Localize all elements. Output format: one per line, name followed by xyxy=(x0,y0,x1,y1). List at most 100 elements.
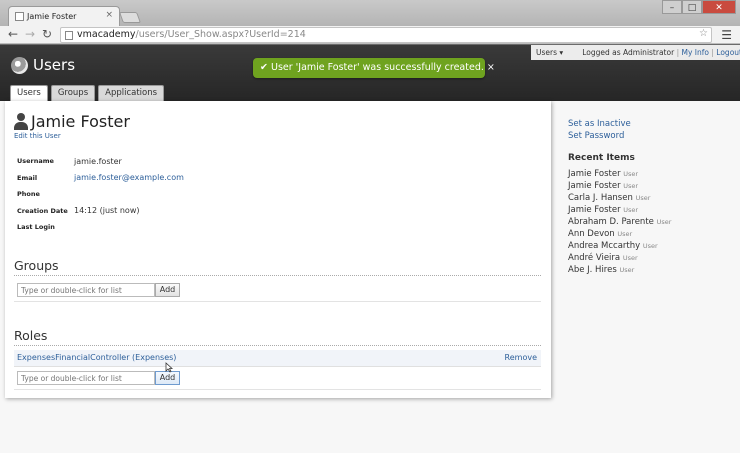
user-icon xyxy=(14,113,28,130)
add-role-button[interactable]: Add xyxy=(155,371,180,385)
roles-input[interactable] xyxy=(17,371,155,385)
back-arrow-icon[interactable]: ← xyxy=(8,27,18,41)
minimize-button[interactable]: – xyxy=(662,0,682,14)
groups-input[interactable] xyxy=(17,283,155,297)
recent-item-type: User xyxy=(642,242,658,250)
sidebar-actions: Set as Inactive Set Password xyxy=(568,119,631,143)
page-favicon-icon xyxy=(15,12,24,21)
logout-link[interactable]: Logout xyxy=(716,48,740,57)
groups-heading: Groups xyxy=(14,258,59,273)
recent-item-name: Carla J. Hansen xyxy=(568,193,633,203)
recent-item-type: User xyxy=(635,194,651,202)
tab-close-icon[interactable]: × xyxy=(105,10,113,20)
app-title: Users xyxy=(33,56,76,74)
app-header: Users Users ▾ Logged as Administrator | … xyxy=(0,45,740,101)
add-group-button[interactable]: Add xyxy=(155,283,180,297)
app-tabs: Users Groups Applications xyxy=(10,85,165,101)
check-icon: ✔ xyxy=(260,62,268,73)
recent-item-name: Ann Devon xyxy=(568,229,615,239)
new-tab-button[interactable] xyxy=(118,12,142,23)
recent-item[interactable]: Jamie Foster User xyxy=(568,169,671,181)
recent-item[interactable]: Jamie Foster User xyxy=(568,205,671,217)
roles-heading: Roles xyxy=(14,328,48,343)
maximize-button[interactable]: □ xyxy=(682,0,702,14)
recent-item-type: User xyxy=(623,182,639,190)
email-link[interactable]: jamie.foster@example.com xyxy=(74,173,184,182)
separator: | xyxy=(676,48,680,57)
recent-item-name: Abe J. Hires xyxy=(568,265,617,275)
url-host: vmacademy xyxy=(77,29,136,40)
my-info-link[interactable]: My Info xyxy=(681,48,709,57)
role-name-link[interactable]: ExpensesFinancialController (Expenses) xyxy=(17,353,176,362)
recent-items-heading: Recent Items xyxy=(568,153,635,163)
role-row: ExpensesFinancialController (Expenses) R… xyxy=(14,350,541,367)
notification-message: User 'Jamie Foster' was successfully cre… xyxy=(271,62,484,73)
recent-item-name: Abraham D. Parente xyxy=(568,217,654,227)
recent-item[interactable]: Ann Devon User xyxy=(568,229,671,241)
recent-item-name: Jamie Foster xyxy=(568,169,621,179)
detail-label: Phone xyxy=(17,190,40,199)
set-password-link[interactable]: Set Password xyxy=(568,131,631,143)
recent-item-type: User xyxy=(617,230,633,238)
recent-item[interactable]: Abe J. Hires User xyxy=(568,265,671,277)
detail-label: Email xyxy=(17,173,38,182)
user-bar: Users ▾ Logged as Administrator | My Inf… xyxy=(531,45,740,60)
recent-item-type: User xyxy=(622,254,638,262)
edit-user-link[interactable]: Edit this User xyxy=(14,132,61,140)
recent-item[interactable]: Carla J. Hansen User xyxy=(568,193,671,205)
recent-item-name: Jamie Foster xyxy=(568,181,621,191)
detail-row-email: Email jamie.foster@example.com xyxy=(17,170,184,187)
recent-items-list: Jamie Foster User Jamie Foster User Carl… xyxy=(568,169,671,277)
detail-label: Last Login xyxy=(17,223,55,232)
recent-item[interactable]: Andrea Mccarthy User xyxy=(568,241,671,253)
detail-row-phone: Phone xyxy=(17,186,184,203)
roles-add-row: Add xyxy=(17,371,180,385)
app-logo-icon xyxy=(11,57,28,74)
divider xyxy=(14,301,541,302)
detail-label: Creation Date xyxy=(17,206,68,215)
logged-in-text: Logged as Administrator xyxy=(582,48,675,57)
recent-item[interactable]: Abraham D. Parente User xyxy=(568,217,671,229)
browser-titlebar: Jamie Foster × – □ ✕ xyxy=(0,0,740,27)
success-notification: ✔ User 'Jamie Foster' was successfully c… xyxy=(253,58,495,78)
groups-add-row: Add xyxy=(17,283,180,297)
tab-groups[interactable]: Groups xyxy=(50,85,96,101)
page-icon xyxy=(65,31,73,40)
recent-item-type: User xyxy=(656,218,672,226)
browser-toolbar: ← → ↻ vmacademy/users/User_Show.aspx?Use… xyxy=(0,26,740,44)
forward-arrow-icon[interactable]: → xyxy=(25,27,35,41)
users-menu[interactable]: Users ▾ xyxy=(536,48,563,57)
page-body: Jamie Foster Edit this User Username jam… xyxy=(0,101,740,453)
detail-value: jamie.foster xyxy=(74,156,122,166)
mouse-cursor-icon xyxy=(165,362,174,373)
user-details: Username jamie.foster Email jamie.foster… xyxy=(17,153,184,236)
window-controls: – □ ✕ xyxy=(662,0,736,14)
user-detail-card: Jamie Foster Edit this User Username jam… xyxy=(5,101,551,398)
recent-item[interactable]: Jamie Foster User xyxy=(568,181,671,193)
browser-menu-icon[interactable]: ☰ xyxy=(721,28,732,42)
browser-tab[interactable]: Jamie Foster × xyxy=(8,6,120,27)
close-window-button[interactable]: ✕ xyxy=(702,0,736,14)
tab-applications[interactable]: Applications xyxy=(98,85,165,101)
tab-title: Jamie Foster xyxy=(27,12,77,21)
url-path: /users/User_Show.aspx?UserId=214 xyxy=(135,29,306,40)
recent-item-type: User xyxy=(623,206,639,214)
tab-users[interactable]: Users xyxy=(10,85,48,101)
detail-row-creation-date: Creation Date 14:12 (just now) xyxy=(17,203,184,220)
set-inactive-link[interactable]: Set as Inactive xyxy=(568,119,631,131)
separator: | xyxy=(711,48,714,57)
recent-item-type: User xyxy=(623,170,639,178)
notification-close-icon[interactable]: × xyxy=(487,62,495,73)
recent-item[interactable]: André Vieira User xyxy=(568,253,671,265)
address-bar[interactable]: vmacademy/users/User_Show.aspx?UserId=21… xyxy=(60,27,712,43)
remove-role-link[interactable]: Remove xyxy=(505,353,537,362)
detail-label: Username xyxy=(17,157,54,166)
bookmark-star-icon[interactable]: ☆ xyxy=(699,28,708,39)
recent-item-name: Jamie Foster xyxy=(568,205,621,215)
detail-row-last-login: Last Login xyxy=(17,219,184,236)
recent-item-name: Andrea Mccarthy xyxy=(568,241,641,251)
recent-item-type: User xyxy=(619,266,635,274)
detail-value: 14:12 (just now) xyxy=(74,206,140,216)
recent-item-name: André Vieira xyxy=(568,253,621,263)
reload-icon[interactable]: ↻ xyxy=(42,27,52,41)
